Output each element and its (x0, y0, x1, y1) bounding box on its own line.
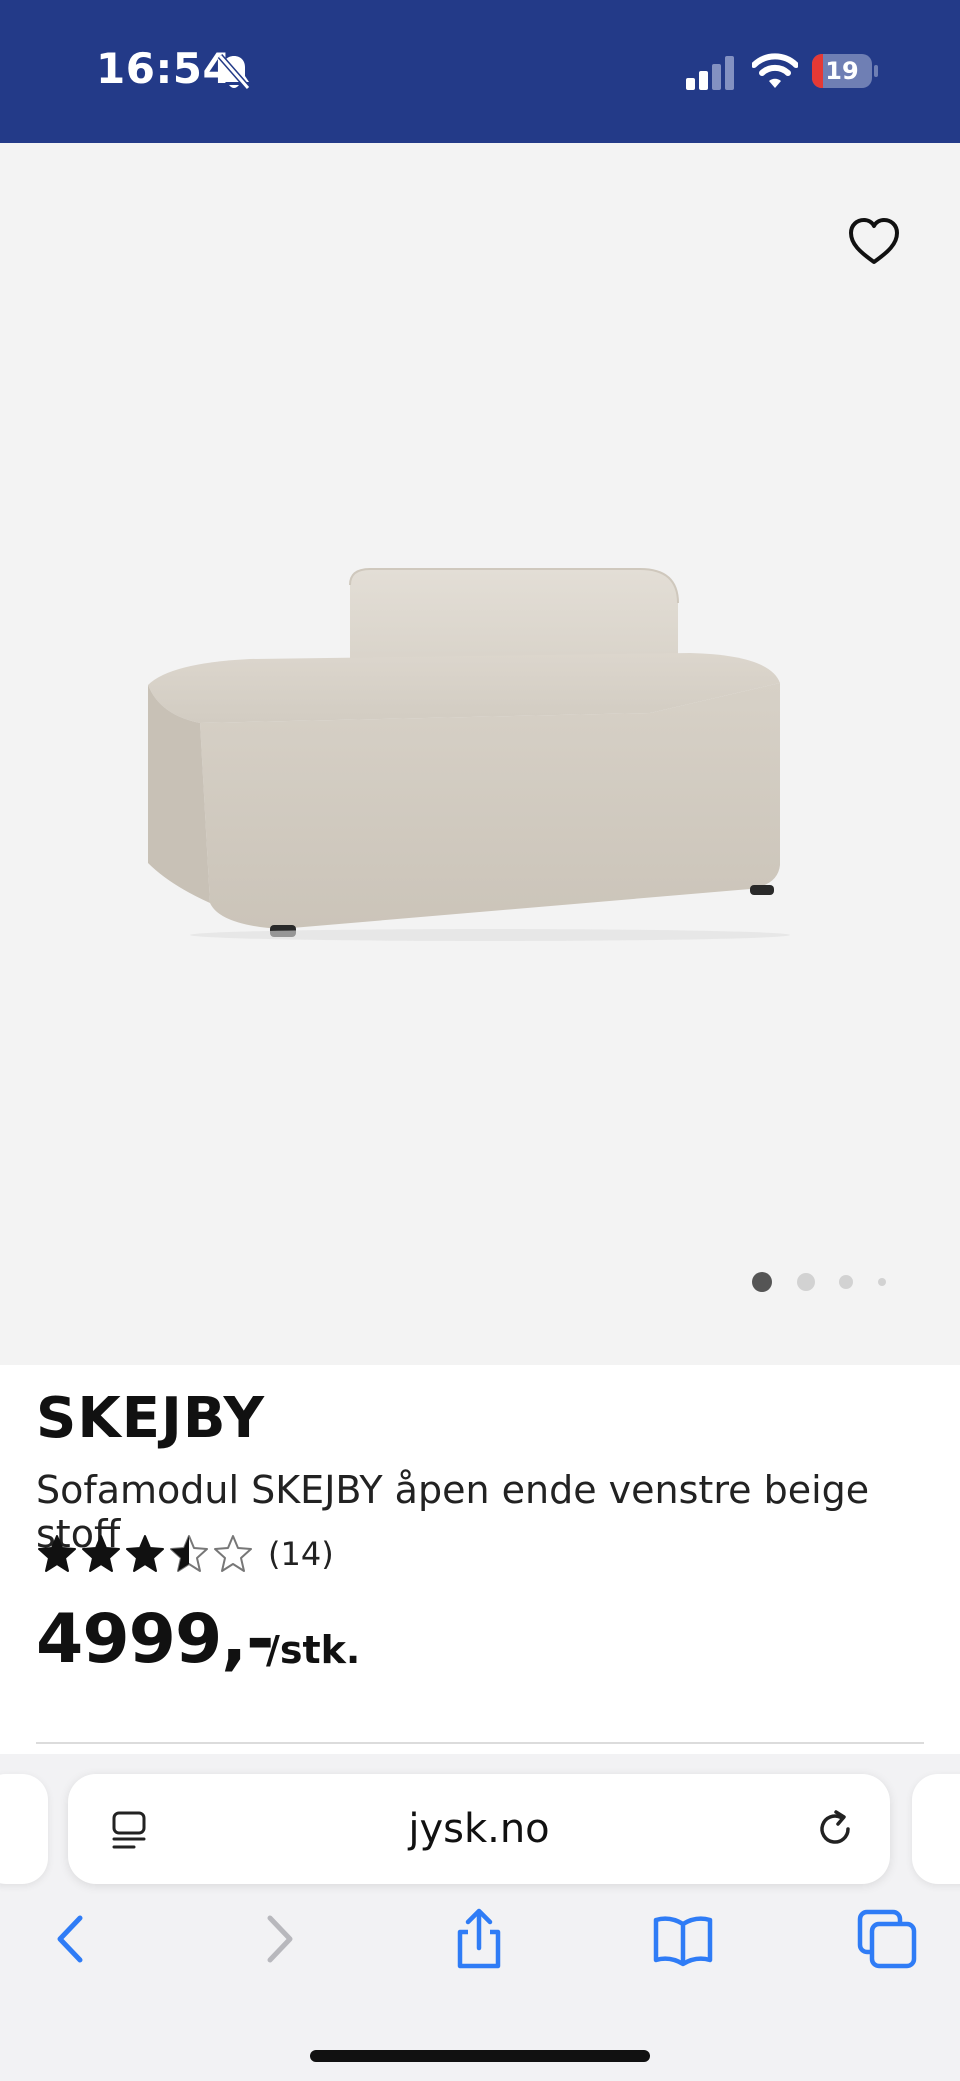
share-icon[interactable] (444, 1904, 514, 1974)
next-tab-preview[interactable] (912, 1774, 960, 1884)
product-brand: SKEJBY (36, 1386, 265, 1451)
product-price: 4999,- (36, 1600, 274, 1679)
status-bar: 16:54 19 (0, 0, 960, 143)
forward-icon[interactable] (244, 1904, 314, 1974)
url-text[interactable]: jysk.no (68, 1806, 890, 1852)
back-icon[interactable] (36, 1904, 106, 1974)
browser-toolbar (0, 1904, 960, 1994)
star-filled-icon (126, 1535, 164, 1572)
carousel-dot[interactable] (839, 1275, 853, 1289)
carousel-dots[interactable] (740, 1271, 900, 1293)
carousel-dot[interactable] (878, 1278, 886, 1286)
rating[interactable]: (14) (36, 1533, 376, 1577)
wifi-icon (752, 53, 798, 88)
home-indicator (310, 2050, 650, 2062)
tabs-icon[interactable] (852, 1904, 922, 1974)
cellular-signal-icon (686, 56, 734, 90)
star-filled-icon (82, 1535, 120, 1572)
reload-icon[interactable] (812, 1806, 858, 1852)
sofa-module-photo (148, 568, 790, 941)
battery-level: 19 (825, 57, 859, 85)
heart-outline-icon[interactable] (846, 215, 902, 267)
star-half-icon (170, 1535, 208, 1572)
price-unit: /stk. (266, 1628, 361, 1672)
star-empty-icon (214, 1535, 252, 1572)
star-filled-icon (38, 1535, 76, 1572)
rating-count[interactable]: (14) (268, 1535, 334, 1573)
bell-slash-icon (217, 54, 251, 90)
previous-tab-preview[interactable] (0, 1774, 48, 1884)
address-bar[interactable]: jysk.no (68, 1774, 890, 1884)
status-time: 16:54 (96, 44, 233, 93)
divider (36, 1742, 924, 1744)
battery-icon: 19 (812, 54, 878, 88)
product-image-gallery[interactable] (0, 143, 960, 1365)
browser-chrome: jysk.no (0, 1754, 960, 2081)
carousel-dot[interactable] (752, 1272, 772, 1292)
carousel-dot[interactable] (797, 1273, 815, 1291)
bookmarks-icon[interactable] (648, 1904, 718, 1974)
